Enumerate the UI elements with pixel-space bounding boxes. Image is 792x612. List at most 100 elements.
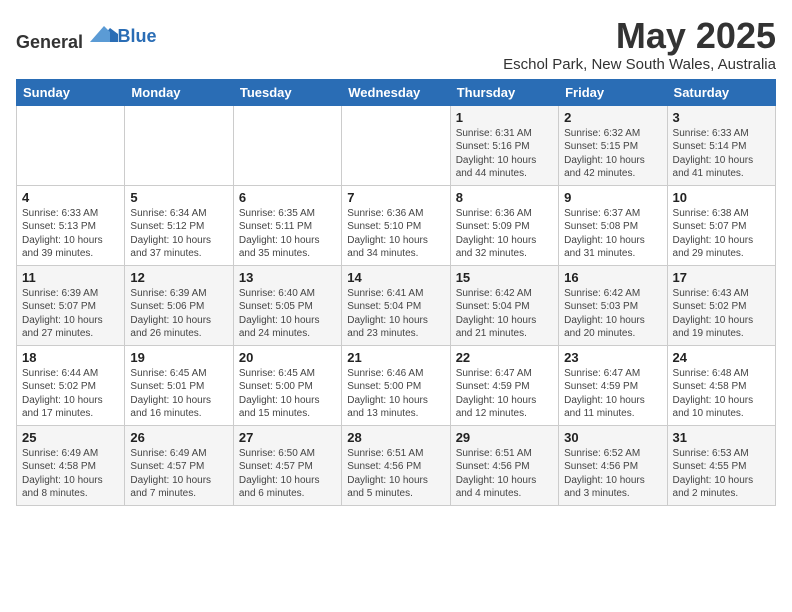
cell-sunset: Sunset: 4:57 PM <box>239 461 313 472</box>
cell-daylight: Daylight: 10 hours and 19 minutes. <box>673 315 754 340</box>
calendar-cell: 27 Sunrise: 6:50 AM Sunset: 4:57 PM Dayligh… <box>233 425 341 505</box>
calendar-cell: 13Sunrise: 6:40 AMSunset: 5:05 PMDayligh… <box>233 265 341 345</box>
cell-info: Sunrise: 6:51 AMSunset: 4:56 PMDaylight:… <box>347 447 444 501</box>
cell-info: Sunrise: 6:38 AM Sunset: 5:07 PM Daylight:… <box>673 207 770 261</box>
cell-info: Sunrise: 6:35 AMSunset: 5:11 PMDaylight:… <box>239 207 336 261</box>
cell-daylight: Daylight: 10 hours and 11 minutes. <box>564 395 645 420</box>
cell-daylight: Daylight: 10 hours and 44 minutes. <box>456 155 537 180</box>
cell-sunrise: Sunrise: 6:45 AM <box>130 368 206 379</box>
cell-day-number: 30 <box>564 430 661 445</box>
cell-info: Sunrise: 6:36 AMSunset: 5:10 PMDaylight:… <box>347 207 444 261</box>
calendar-cell: 3Sunrise: 6:33 AMSunset: 5:14 PMDaylight… <box>667 105 775 185</box>
cell-sunrise: Sunrise: 6:51 AM <box>347 448 423 459</box>
cell-info: Sunrise: 6:47 AM Sunset: 4:59 PM Daylight:… <box>564 367 661 421</box>
calendar-cell: 4Sunrise: 6:33 AMSunset: 5:13 PMDaylight… <box>17 185 125 265</box>
calendar-cell: 29Sunrise: 6:51 AMSunset: 4:56 PMDayligh… <box>450 425 558 505</box>
cell-sunset: Sunset: 5:01 PM <box>130 381 204 392</box>
calendar-cell: 15Sunrise: 6:42 AMSunset: 5:04 PMDayligh… <box>450 265 558 345</box>
cell-sunrise: Sunrise: 6:36 AM <box>456 208 532 219</box>
cell-sunrise: Sunrise: 6:32 AM <box>564 128 640 139</box>
cell-info: Sunrise: 6:37 AMSunset: 5:08 PMDaylight:… <box>564 207 661 261</box>
cell-sunset: Sunset: 5:15 PM <box>564 141 638 152</box>
cell-day-number: 22 <box>456 350 553 365</box>
cell-day-number: 4 <box>22 190 119 205</box>
cell-sunset: Sunset: 4:58 PM <box>673 381 747 392</box>
cell-day-number: 14 <box>347 270 444 285</box>
calendar-cell: 14Sunrise: 6:41 AMSunset: 5:04 PMDayligh… <box>342 265 450 345</box>
cell-info: Sunrise: 6:32 AM Sunset: 5:15 PM Daylight:… <box>564 127 661 181</box>
calendar-cell: 17Sunrise: 6:43 AMSunset: 5:02 PMDayligh… <box>667 265 775 345</box>
cell-daylight: Daylight: 10 hours and 2 minutes. <box>673 475 754 500</box>
cell-sunset: Sunset: 5:00 PM <box>347 381 421 392</box>
cell-day-number: 9 <box>564 190 661 205</box>
calendar-cell: 25Sunrise: 6:49 AMSunset: 4:58 PMDayligh… <box>17 425 125 505</box>
calendar-cell: 7Sunrise: 6:36 AMSunset: 5:10 PMDaylight… <box>342 185 450 265</box>
cell-sunrise: Sunrise: 6:33 AM <box>673 128 749 139</box>
cell-sunset: Sunset: 5:07 PM <box>673 221 747 232</box>
calendar-cell: 31Sunrise: 6:53 AMSunset: 4:55 PMDayligh… <box>667 425 775 505</box>
cell-sunrise: Sunrise: 6:38 AM <box>673 208 749 219</box>
cell-info: Sunrise: 6:42 AMSunset: 5:03 PMDaylight:… <box>564 287 661 341</box>
cell-sunrise: Sunrise: 6:49 AM <box>130 448 206 459</box>
page-subtitle: Eschol Park, New South Wales, Australia <box>503 56 776 73</box>
calendar-cell: 28Sunrise: 6:51 AMSunset: 4:56 PMDayligh… <box>342 425 450 505</box>
cell-sunset: Sunset: 4:59 PM <box>456 381 530 392</box>
cell-sunrise: Sunrise: 6:34 AM <box>130 208 206 219</box>
cell-info: Sunrise: 6:49 AMSunset: 4:58 PMDaylight:… <box>22 447 119 501</box>
cell-sunrise: Sunrise: 6:47 AM <box>564 368 640 379</box>
cell-daylight: Daylight: 10 hours and 35 minutes. <box>239 235 320 260</box>
calendar-week-row: 25Sunrise: 6:49 AMSunset: 4:58 PMDayligh… <box>17 425 776 505</box>
cell-daylight: Daylight: 10 hours and 41 minutes. <box>673 155 754 180</box>
weekday-header-sunday: Sunday <box>17 79 125 105</box>
cell-day-number: 11 <box>22 270 119 285</box>
calendar-week-row: 4Sunrise: 6:33 AMSunset: 5:13 PMDaylight… <box>17 185 776 265</box>
cell-sunrise: Sunrise: 6:53 AM <box>673 448 749 459</box>
cell-sunset: Sunset: 5:08 PM <box>564 221 638 232</box>
cell-sunset: Sunset: 5:10 PM <box>347 221 421 232</box>
cell-sunrise: Sunrise: 6:44 AM <box>22 368 98 379</box>
cell-daylight: Daylight: 10 hours and 5 minutes. <box>347 475 428 500</box>
cell-day-number: 1 <box>456 110 553 125</box>
cell-day-number: 19 <box>130 350 227 365</box>
cell-sunrise: Sunrise: 6:48 AM <box>673 368 749 379</box>
calendar-cell: 11Sunrise: 6:39 AMSunset: 5:07 PMDayligh… <box>17 265 125 345</box>
calendar-week-row: 18Sunrise: 6:44 AMSunset: 5:02 PMDayligh… <box>17 345 776 425</box>
cell-daylight: Daylight: 10 hours and 8 minutes. <box>22 475 103 500</box>
calendar-cell: 8Sunrise: 6:36 AMSunset: 5:09 PMDaylight… <box>450 185 558 265</box>
calendar-cell: 6Sunrise: 6:35 AMSunset: 5:11 PMDaylight… <box>233 185 341 265</box>
cell-daylight: Daylight: 10 hours and 7 minutes. <box>130 475 211 500</box>
cell-sunset: Sunset: 5:04 PM <box>456 301 530 312</box>
logo-icon <box>90 20 118 48</box>
cell-day-number: 21 <box>347 350 444 365</box>
logo-general: General <box>16 32 83 52</box>
cell-day-number: 3 <box>673 110 770 125</box>
cell-info: Sunrise: 6:31 AMSunset: 5:16 PMDaylight:… <box>456 127 553 181</box>
weekday-header-thursday: Thursday <box>450 79 558 105</box>
cell-sunset: Sunset: 5:06 PM <box>130 301 204 312</box>
cell-info: Sunrise: 6:46 AMSunset: 5:00 PMDaylight:… <box>347 367 444 421</box>
cell-day-number: 23 <box>564 350 661 365</box>
cell-day-number: 8 <box>456 190 553 205</box>
cell-day-number: 12 <box>130 270 227 285</box>
cell-sunrise: Sunrise: 6:49 AM <box>22 448 98 459</box>
cell-daylight: Daylight: 10 hours and 29 minutes. <box>673 235 754 260</box>
calendar-week-row: 1 Sunrise: 6:31 AMSunset: 5:16 PMDaylight… <box>17 105 776 185</box>
calendar-cell: 9Sunrise: 6:37 AMSunset: 5:08 PMDaylight… <box>559 185 667 265</box>
cell-sunset: Sunset: 5:07 PM <box>22 301 96 312</box>
cell-day-number: 20 <box>239 350 336 365</box>
weekday-header-saturday: Saturday <box>667 79 775 105</box>
cell-sunset: Sunset: 4:55 PM <box>673 461 747 472</box>
calendar-cell: 18Sunrise: 6:44 AMSunset: 5:02 PMDayligh… <box>17 345 125 425</box>
cell-sunrise: Sunrise: 6:37 AM <box>564 208 640 219</box>
cell-info: Sunrise: 6:50 AM Sunset: 4:57 PM Daylight:… <box>239 447 336 501</box>
cell-day-number: 27 <box>239 430 336 445</box>
cell-daylight: Daylight: 10 hours and 42 minutes. <box>564 155 645 180</box>
cell-sunset: Sunset: 5:03 PM <box>564 301 638 312</box>
cell-sunset: Sunset: 4:59 PM <box>564 381 638 392</box>
calendar-cell <box>342 105 450 185</box>
cell-sunset: Sunset: 4:56 PM <box>564 461 638 472</box>
cell-daylight: Daylight: 10 hours and 6 minutes. <box>239 475 320 500</box>
cell-daylight: Daylight: 10 hours and 16 minutes. <box>130 395 211 420</box>
cell-info: Sunrise: 6:42 AMSunset: 5:04 PMDaylight:… <box>456 287 553 341</box>
cell-sunrise: Sunrise: 6:50 AM <box>239 448 315 459</box>
